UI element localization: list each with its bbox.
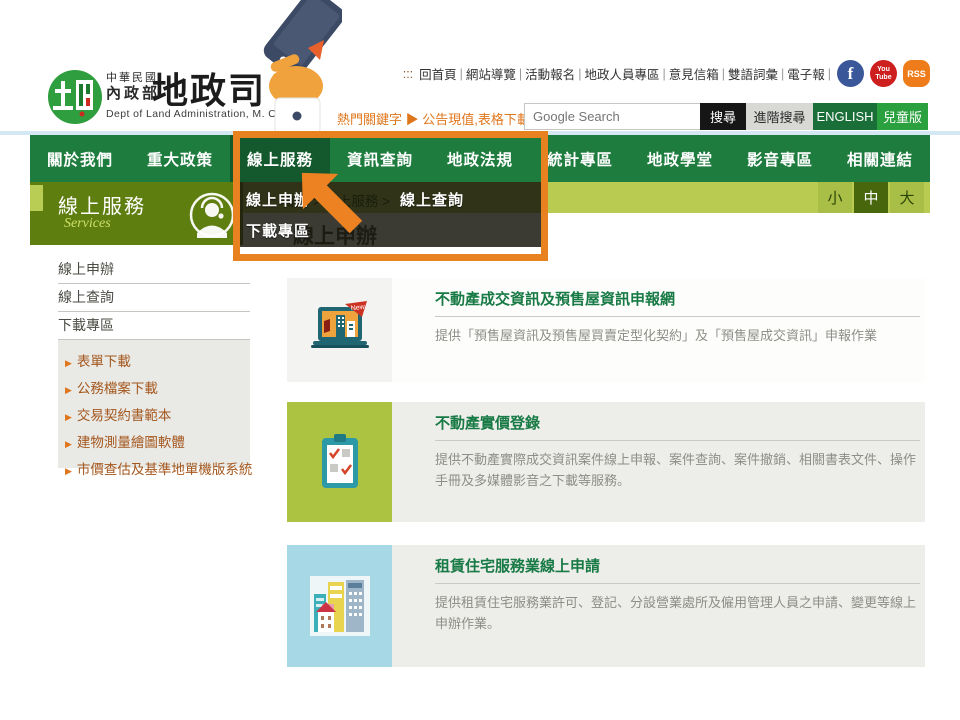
phone-in-hand-illustration-icon (246, 0, 342, 139)
land-admin-logo-icon[interactable] (46, 68, 104, 131)
top-link-newsletter[interactable]: 電子報 (787, 64, 825, 83)
font-size-small-button[interactable]: 小 (818, 182, 852, 213)
sidebar-link-form-download[interactable]: ▶表單下載 (65, 349, 246, 376)
nav-media[interactable]: 影音專區 (730, 135, 830, 182)
sidebar-subtitle: Services (64, 216, 111, 232)
card-desc-price-registration: 提供不動產實際成交資訊案件線上申報、案件查詢、案件撤銷、相關書表文件、操作手冊及… (435, 449, 920, 492)
headset-support-icon (187, 188, 237, 247)
card-desc-rental-application: 提供租賃住宅服務業許可、登記、分設營業處所及僱用管理人員之申請、變更等線上申辦作… (435, 592, 920, 635)
triangle-bullet-icon: ▶ (65, 466, 72, 476)
card-title-price-registration[interactable]: 不動產實價登錄 (435, 412, 920, 441)
accessibility-marker: ::: (403, 67, 413, 81)
rss-icon[interactable]: RSS (903, 60, 930, 87)
nav-land-academy[interactable]: 地政學堂 (630, 135, 730, 182)
top-link-staff-zone[interactable]: 地政人員專區 (584, 64, 659, 83)
youtube-icon[interactable]: You Tube (870, 60, 897, 87)
sidebar-title: 線上服務 (58, 190, 146, 219)
card-title-rental-application[interactable]: 租賃住宅服務業線上申請 (435, 555, 920, 584)
svg-text:New: New (350, 304, 366, 313)
font-size-controls: 小 中 大 (818, 182, 924, 213)
top-link-sitemap[interactable]: 網站導覽 (466, 64, 516, 83)
facebook-icon[interactable]: f (837, 60, 864, 87)
sidebar-link-contract-templates[interactable]: ▶交易契約書範本 (65, 403, 246, 430)
nav-major-policies[interactable]: 重大政策 (130, 135, 230, 182)
sidebar-link-valuation-system[interactable]: ▶市價查估及基準地單機版系統 (65, 457, 246, 484)
annotation-arrow-icon (281, 152, 381, 257)
search-button[interactable]: 搜尋 (700, 103, 746, 130)
card-actual-price-registration[interactable]: 不動產實價登錄 提供不動產實際成交資訊案件線上申報、案件查詢、案件撤銷、相關書表… (287, 402, 925, 522)
card-title-presale-reporting[interactable]: 不動產成交資訊及預售屋資訊申報網 (435, 288, 920, 317)
laptop-report-icon[interactable]: New (287, 278, 392, 382)
kids-version-button[interactable]: 兒童版 (877, 103, 928, 130)
top-link-home[interactable]: 回首頁 (419, 64, 457, 83)
card-desc-presale-reporting: 提供「預售屋資訊及預售屋買賣定型化契約」及「預售屋成交資訊」申報作業 (435, 325, 920, 346)
triangle-bullet-icon: ▶ (65, 412, 72, 422)
top-link-events[interactable]: 活動報名 (525, 64, 575, 83)
advanced-search-button[interactable]: 進階搜尋 (746, 103, 813, 130)
card-rental-housing-application[interactable]: 租賃住宅服務業線上申請 提供租賃住宅服務業許可、登記、分設營業處所及僱用管理人員… (287, 545, 925, 667)
nav-related-links[interactable]: 相關連結 (830, 135, 930, 182)
sidebar-download-box: ▶表單下載 ▶公務檔案下載 ▶交易契約書範本 ▶建物測量繪圖軟體 ▶市價查估及基… (58, 340, 250, 468)
sidebar-item-online-query[interactable]: 線上查詢 (58, 284, 250, 312)
top-link-mailbox[interactable]: 意見信箱 (669, 64, 719, 83)
nav-about[interactable]: 關於我們 (30, 135, 130, 182)
triangle-bullet-icon: ▶ (65, 358, 72, 368)
triangle-bullet-icon: ▶ (65, 385, 72, 395)
sidebar-link-official-files[interactable]: ▶公務檔案下載 (65, 376, 246, 403)
english-button[interactable]: ENGLISH (813, 103, 877, 130)
top-links: ::: 回首頁 | 網站導覽 | 活動報名 | 地政人員專區 | 意見信箱 | … (403, 60, 930, 87)
sidebar-item-online-application[interactable]: 線上申辦 (58, 256, 250, 284)
card-presale-housing-reporting[interactable]: New 不動產成交資訊及預售屋資訊申報網 提供「預售屋資訊及預售屋買賣定型化契約… (287, 278, 925, 382)
font-size-large-button[interactable]: 大 (890, 182, 924, 213)
clipboard-checklist-icon[interactable] (287, 402, 392, 522)
font-size-medium-button[interactable]: 中 (854, 182, 888, 213)
sidebar-accent (30, 185, 43, 211)
sidebar-item-download-zone[interactable]: 下載專區 (58, 312, 250, 340)
top-link-glossary[interactable]: 雙語詞彙 (728, 64, 778, 83)
land-administration-homepage: 中華民國 內政部 地政司 Dept of Land Administration… (0, 0, 960, 720)
search-input[interactable] (524, 103, 702, 130)
triangle-bullet-icon: ▶ (65, 439, 72, 449)
sidebar-menu: 線上申辦 線上查詢 下載專區 ▶表單下載 ▶公務檔案下載 ▶交易契約書範本 ▶建… (58, 256, 250, 468)
sidebar-link-survey-software[interactable]: ▶建物測量繪圖軟體 (65, 430, 246, 457)
sidebar-header: 線上服務 Services (30, 182, 243, 245)
dropdown-item-online-query[interactable]: 線上查詢 (400, 189, 464, 210)
buildings-icon[interactable] (287, 545, 392, 667)
